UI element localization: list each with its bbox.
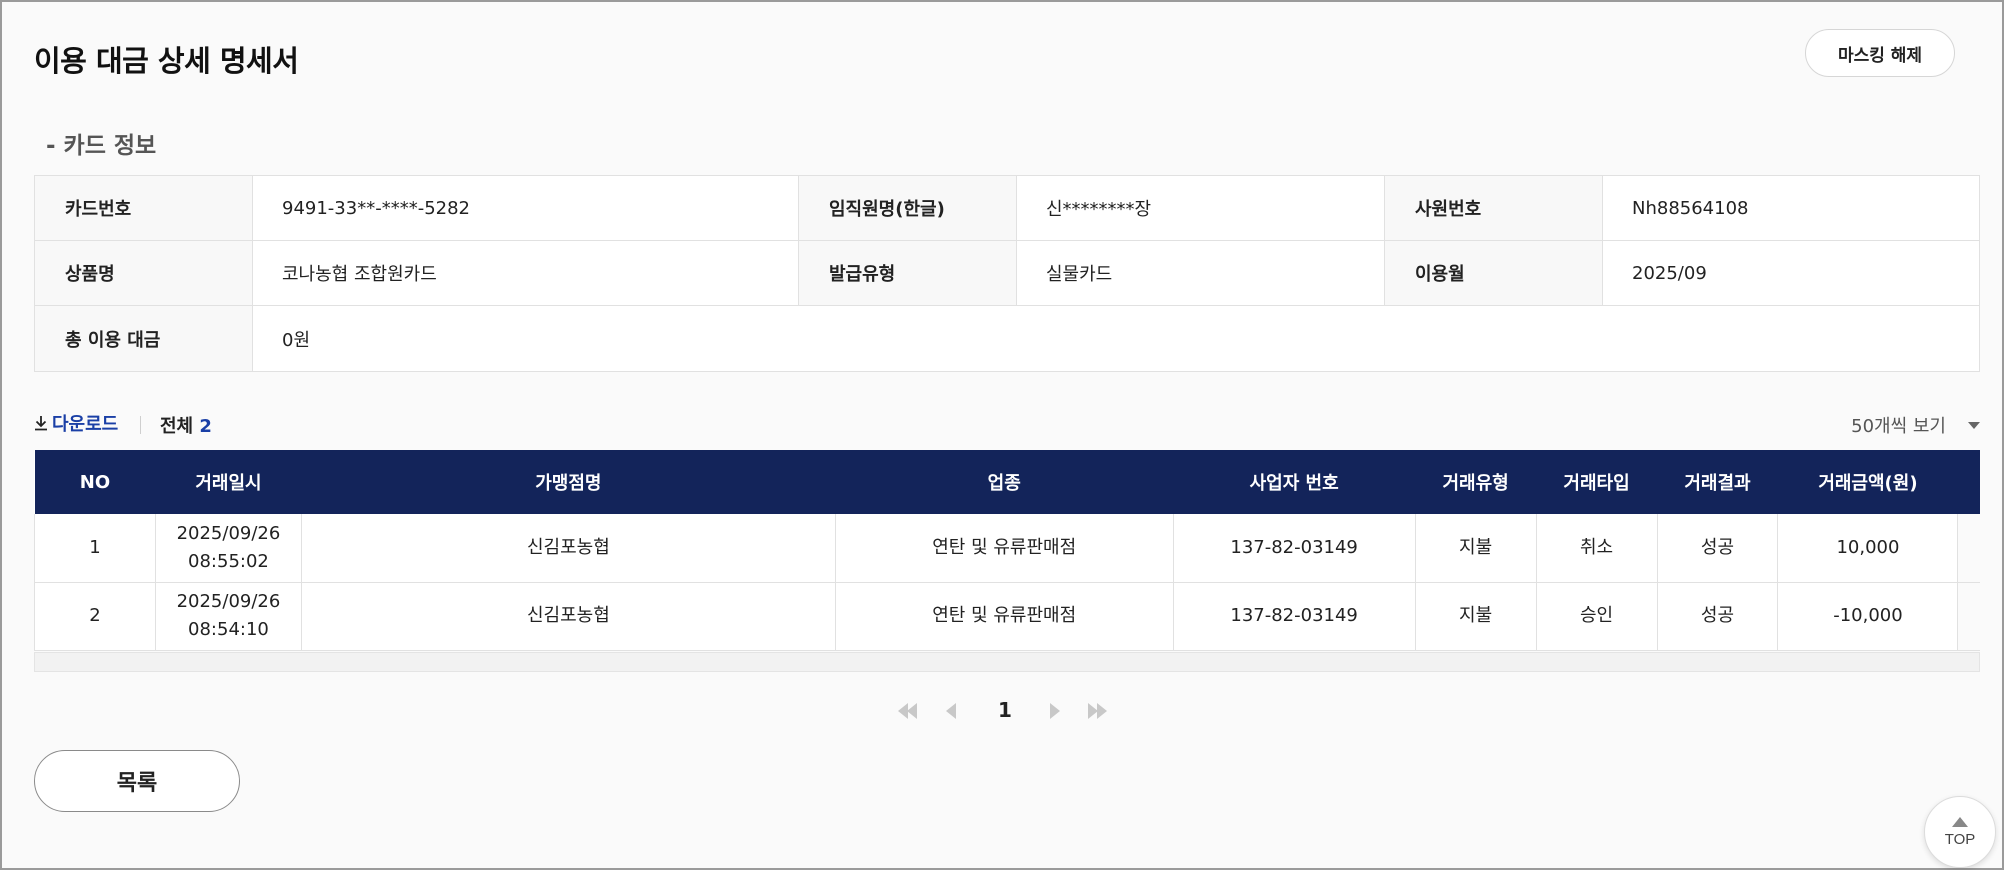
cell-time: 08:54:10 xyxy=(188,619,269,640)
scrollbar-track[interactable] xyxy=(1957,582,1980,651)
cell-result: 성공 xyxy=(1657,582,1779,651)
col-header-result: 거래결과 xyxy=(1657,450,1778,514)
info-row: 카드번호 9491-33**-****-5282 임직원명(한글) 신*****… xyxy=(35,176,1979,241)
usage-month-label: 이용월 xyxy=(1385,241,1603,305)
cell-industry: 연탄 및 유류판매점 xyxy=(835,514,1174,583)
cell-business-number: 137-82-03149 xyxy=(1173,514,1416,583)
last-page-icon[interactable] xyxy=(1087,701,1110,719)
table-toolbar: 다운로드 전체 2 50개씩 보기 xyxy=(34,410,1980,440)
employee-name-label: 임직원명(한글) xyxy=(799,176,1017,240)
product-name-label: 상품명 xyxy=(35,241,253,305)
cell-datetime: 2025/09/26 08:54:10 xyxy=(155,582,302,651)
cell-result: 성공 xyxy=(1657,514,1779,583)
table-row[interactable]: 1 2025/09/26 08:55:02 신김포농협 연탄 및 유류판매점 13… xyxy=(34,514,1980,583)
page-title: 이용 대금 상세 명세서 xyxy=(34,44,299,78)
card-number-label: 카드번호 xyxy=(35,176,253,240)
col-header-merchant: 가맹점명 xyxy=(301,450,836,514)
issue-type-value: 실물카드 xyxy=(1017,241,1385,305)
divider xyxy=(140,416,141,434)
employee-id-label: 사원번호 xyxy=(1385,176,1603,240)
page-number-current[interactable]: 1 xyxy=(998,698,1012,722)
section-title-card-info: - 카드 정보 xyxy=(46,133,157,159)
download-icon xyxy=(35,416,47,431)
col-header-industry: 업종 xyxy=(835,450,1174,514)
scroll-top-button[interactable]: TOP xyxy=(1924,796,1996,868)
cell-merchant: 신김포농협 xyxy=(301,514,836,583)
unmask-button[interactable]: 마스킹 해제 xyxy=(1805,29,1955,77)
first-page-icon[interactable] xyxy=(898,701,920,719)
scrollbar-track[interactable] xyxy=(1957,514,1980,583)
list-button[interactable]: 목록 xyxy=(34,750,240,812)
cell-date: 2025/09/26 xyxy=(176,522,281,544)
cell-transaction-type: 지불 xyxy=(1415,582,1537,651)
col-header-no: NO xyxy=(34,450,156,514)
cell-time: 08:55:02 xyxy=(188,550,269,572)
card-number-value: 9491-33**-****-5282 xyxy=(253,176,799,240)
cell-no: 1 xyxy=(34,514,156,583)
per-page-label: 50개씩 보기 xyxy=(1851,416,1946,437)
cell-no: 2 xyxy=(34,582,156,651)
cell-transaction-kind: 승인 xyxy=(1536,582,1658,651)
cell-transaction-kind: 취소 xyxy=(1536,514,1658,583)
info-row: 상품명 코나농협 조합원카드 발급유형 실물카드 이용월 2025/09 xyxy=(35,241,1979,306)
employee-name-value: 신********장 xyxy=(1017,176,1385,240)
cell-transaction-type: 지불 xyxy=(1415,514,1537,583)
arrow-up-icon xyxy=(1952,816,1968,827)
table-header-row: NO 거래일시 가맹점명 업종 사업자 번호 거래유형 거래타입 거래결과 거래… xyxy=(34,450,1980,514)
col-header-business-number: 사업자 번호 xyxy=(1173,450,1416,514)
col-header-scroll-spacer xyxy=(1957,450,1980,514)
product-name-value: 코나농협 조합원카드 xyxy=(253,241,799,305)
download-link[interactable]: 다운로드 xyxy=(34,410,118,436)
pagination: 1 xyxy=(898,694,1110,726)
top-label: TOP xyxy=(1944,830,1976,848)
cell-industry: 연탄 및 유류판매점 xyxy=(835,582,1174,651)
total-label: 전체 xyxy=(160,416,194,437)
col-header-transaction-type: 거래유형 xyxy=(1415,450,1537,514)
col-header-amount: 거래금액(원) xyxy=(1777,450,1958,514)
col-header-transaction-kind: 거래타입 xyxy=(1536,450,1658,514)
card-info-table: 카드번호 9491-33**-****-5282 임직원명(한글) 신*****… xyxy=(34,175,1980,372)
total-count: 전체 2 xyxy=(160,412,212,438)
cell-merchant: 신김포농협 xyxy=(301,582,836,651)
total-count-value: 2 xyxy=(199,416,212,437)
usage-month-value: 2025/09 xyxy=(1632,262,1707,284)
cell-business-number: 137-82-03149 xyxy=(1173,582,1416,651)
cell-datetime: 2025/09/26 08:55:02 xyxy=(155,514,302,583)
total-amount-label: 총 이용 대금 xyxy=(35,306,253,371)
horizontal-scrollbar[interactable] xyxy=(34,652,1980,672)
info-row: 총 이용 대금 0원 xyxy=(35,306,1979,371)
cell-amount: -10,000 xyxy=(1777,582,1959,651)
table-row[interactable]: 2 2025/09/26 08:54:10 신김포농협 연탄 및 유류판매점 13… xyxy=(34,582,1980,651)
total-amount-value: 0원 xyxy=(282,329,311,351)
prev-page-icon[interactable] xyxy=(946,701,958,719)
transactions-table: NO 거래일시 가맹점명 업종 사업자 번호 거래유형 거래타입 거래결과 거래… xyxy=(34,450,1980,651)
cell-amount: 10,000 xyxy=(1777,514,1959,583)
chevron-down-icon xyxy=(1968,421,1980,429)
issue-type-label: 발급유형 xyxy=(799,241,1017,305)
employee-id-value: Nh88564108 xyxy=(1632,197,1749,219)
per-page-select[interactable]: 50개씩 보기 xyxy=(1851,412,1980,438)
col-header-datetime: 거래일시 xyxy=(155,450,302,514)
download-label: 다운로드 xyxy=(52,414,119,435)
next-page-icon[interactable] xyxy=(1049,701,1062,719)
cell-date: 2025/09/26 xyxy=(176,591,281,612)
